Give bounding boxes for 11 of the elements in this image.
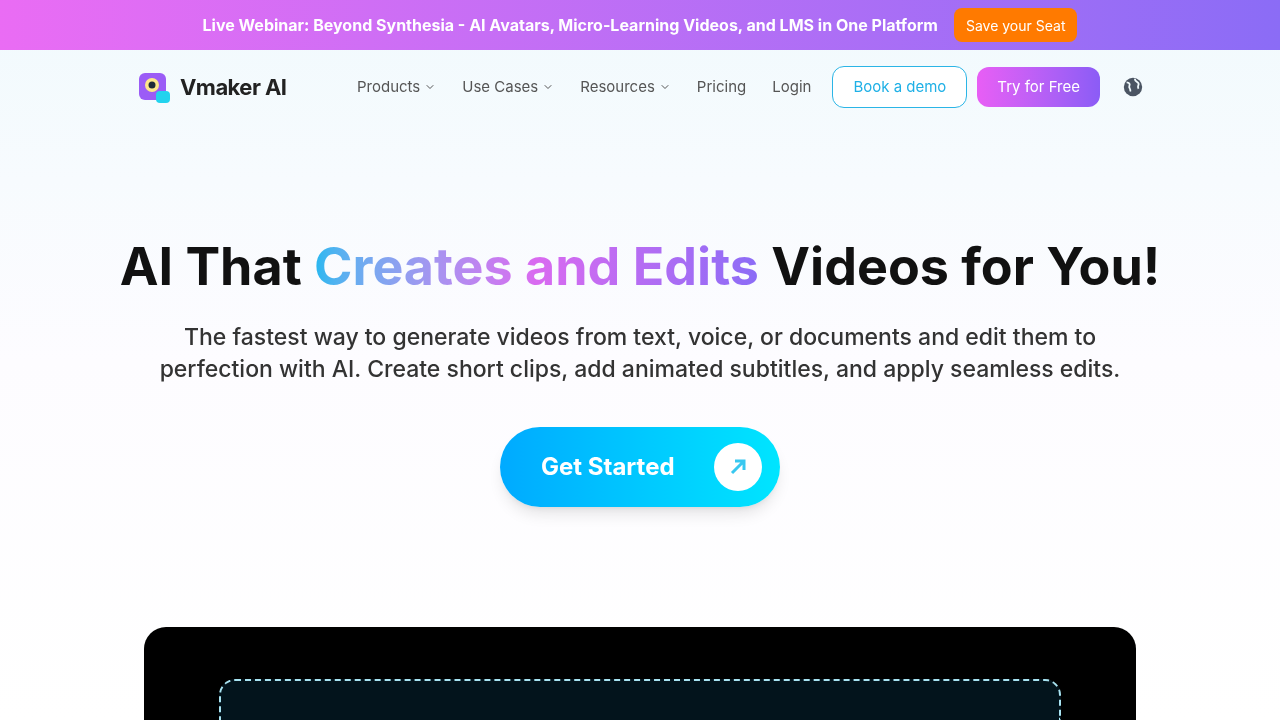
announcement-text: Live Webinar: Beyond Synthesia - AI Avatars, Micro-Learning Videos, and LMS in One Platform	[202, 14, 938, 37]
hero-subtitle: The fastest way to generate videos from text, voice, or documents and edit them to perfection with AI. Create short clips, add animated subtitles, and apply seamless edits.	[158, 322, 1122, 385]
globe-icon[interactable]	[1122, 76, 1144, 98]
nav-link[interactable]: Login	[759, 75, 825, 99]
hero-title: AI That Creates and Edits Videos for You!	[118, 234, 1162, 299]
nav-link[interactable]: Resources	[567, 75, 684, 99]
nav-link[interactable]: Pricing	[683, 75, 760, 99]
nav-link[interactable]: Products	[343, 75, 450, 99]
upload-area[interactable]	[219, 679, 1061, 720]
logo-text[interactable]: Vmaker AI	[180, 70, 287, 104]
nav-link[interactable]: Use Cases	[449, 75, 568, 99]
